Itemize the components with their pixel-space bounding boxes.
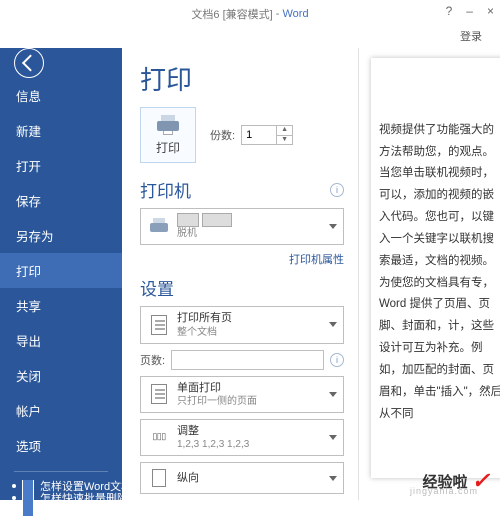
dd-main: 纵向 xyxy=(177,471,325,485)
printer-status: 脱机 xyxy=(177,227,325,240)
sidebar-label: 信息 xyxy=(16,90,41,104)
printer-icon xyxy=(155,115,181,135)
sign-in-link[interactable]: 登录 xyxy=(460,31,482,43)
preview-text: 视频提供了功能强大的方法帮助您，的观点。当您单击联机视频时，可以，添加的视频的嵌… xyxy=(379,120,500,426)
preview-page: 视频提供了功能强大的方法帮助您，的观点。当您单击联机视频时，可以，添加的视频的嵌… xyxy=(371,58,500,478)
back-arrow-icon xyxy=(22,55,39,72)
chevron-down-icon xyxy=(329,435,337,440)
sidebar-item-share[interactable]: 共享 xyxy=(0,288,122,323)
dd-main: 单面打印 xyxy=(177,381,325,395)
sidebar-item-save[interactable]: 保存 xyxy=(0,183,122,218)
dd-sub: 只打印一侧的页面 xyxy=(177,395,325,408)
print-preview[interactable]: 视频提供了功能强大的方法帮助您，的观点。当您单击联机视频时，可以，添加的视频的嵌… xyxy=(358,48,500,500)
recent-doc[interactable]: 怎样设置Word文档... xyxy=(0,480,122,492)
sidebar-item-close[interactable]: 关闭 xyxy=(0,358,122,393)
sidebar-item-print[interactable]: 打印 xyxy=(0,253,122,288)
chevron-down-icon xyxy=(329,322,337,327)
collate-icon: ▯▯▯ xyxy=(152,433,165,442)
recent-doc[interactable]: 怎样快速批量删除PP... xyxy=(0,492,122,504)
dd-sub: 整个文档 xyxy=(177,326,325,339)
word-file-icon xyxy=(22,480,34,492)
page-title: 打印 xyxy=(140,60,344,97)
sides-dropdown[interactable]: 单面打印 只打印一侧的页面 xyxy=(140,376,344,413)
pages-info-icon[interactable]: i xyxy=(330,353,344,367)
sidebar-label: 共享 xyxy=(16,300,41,314)
title-bar: 文档6 [兼容模式] - Word ? ‒ × xyxy=(0,0,500,28)
recent-label: PPT中SmartArt图形... xyxy=(40,504,122,516)
recent-label: 怎样快速批量删除PP... xyxy=(40,492,122,504)
scope-dropdown[interactable]: 打印所有页 整个文档 xyxy=(140,306,344,343)
sidebar-label: 新建 xyxy=(16,125,41,139)
dd-main: 调整 xyxy=(177,424,325,438)
sidebar-item-open[interactable]: 打开 xyxy=(0,148,122,183)
copies-input[interactable] xyxy=(242,126,276,144)
recent-doc[interactable]: PPT中SmartArt图形... xyxy=(0,504,122,516)
sidebar-label: 打印 xyxy=(16,265,41,279)
sidebar-label: 保存 xyxy=(16,195,41,209)
sidebar-item-new[interactable]: 新建 xyxy=(0,113,122,148)
dd-main: 打印所有页 xyxy=(177,311,325,325)
bullet-icon xyxy=(12,484,16,488)
printer-icon xyxy=(148,218,170,236)
minimize-icon[interactable]: ‒ xyxy=(466,4,473,18)
printer-properties-link[interactable]: 打印机属性 xyxy=(140,251,344,267)
collate-dropdown[interactable]: ▯▯▯ 调整 1,2,3 1,2,3 1,2,3 xyxy=(140,419,344,456)
sidebar-label: 选项 xyxy=(16,440,41,454)
dd-sub: 1,2,3 1,2,3 1,2,3 xyxy=(177,438,325,451)
title-doc: 文档6 xyxy=(191,6,219,22)
orientation-dropdown[interactable]: 纵向 xyxy=(140,462,344,494)
ppt-file-icon xyxy=(22,504,34,516)
title-mode: [兼容模式] xyxy=(223,6,273,22)
spinner-down[interactable]: ▼ xyxy=(277,136,292,145)
print-button[interactable]: 打印 xyxy=(140,107,196,163)
sidebar-item-export[interactable]: 导出 xyxy=(0,323,122,358)
copies-spinner[interactable]: ▲ ▼ xyxy=(241,125,293,145)
sidebar-label: 另存为 xyxy=(16,230,54,244)
separator xyxy=(14,471,108,472)
chevron-down-icon xyxy=(329,224,337,229)
chevron-down-icon xyxy=(329,392,337,397)
back-button[interactable] xyxy=(14,48,44,78)
sidebar-item-info[interactable]: 信息 xyxy=(0,78,122,113)
document-icon xyxy=(151,315,167,335)
backstage-sidebar: 信息 新建 打开 保存 另存为 打印 共享 导出 关闭 帐户 选项 怎样设置Wo… xyxy=(0,48,122,500)
sidebar-label: 打开 xyxy=(16,160,41,174)
chevron-down-icon xyxy=(329,476,337,481)
printer-dropdown[interactable]: 脱机 xyxy=(140,208,344,245)
watermark: 经验啦 ✓ jingyanla.com xyxy=(423,468,490,494)
portrait-icon xyxy=(152,469,166,487)
sidebar-label: 导出 xyxy=(16,335,41,349)
bullet-icon xyxy=(12,496,16,500)
printer-info-icon[interactable]: i xyxy=(330,183,344,197)
copies-label: 份数: xyxy=(210,127,235,143)
printer-name-redacted xyxy=(177,213,199,227)
pages-input[interactable] xyxy=(171,350,324,370)
close-icon[interactable]: × xyxy=(487,4,494,18)
sidebar-item-account[interactable]: 帐户 xyxy=(0,393,122,428)
page-icon xyxy=(151,384,167,404)
spinner-up[interactable]: ▲ xyxy=(277,126,292,136)
section-printer: 打印机 xyxy=(140,177,191,202)
bullet-icon xyxy=(12,508,16,512)
title-app: Word xyxy=(283,8,309,20)
help-icon[interactable]: ? xyxy=(446,4,453,18)
sidebar-item-saveas[interactable]: 另存为 xyxy=(0,218,122,253)
printer-name-redacted xyxy=(202,213,232,227)
sidebar-item-options[interactable]: 选项 xyxy=(0,428,122,463)
sidebar-label: 帐户 xyxy=(16,405,41,419)
watermark-url: jingyanla.com xyxy=(410,486,478,496)
print-panel: 打印 打印 份数: ▲ ▼ xyxy=(122,48,358,500)
recent-label: 怎样设置Word文档... xyxy=(40,480,122,492)
print-button-label: 打印 xyxy=(156,139,180,156)
pages-label: 页数: xyxy=(140,352,165,368)
section-settings: 设置 xyxy=(140,275,174,300)
ppt-file-icon xyxy=(22,492,34,504)
sidebar-label: 关闭 xyxy=(16,370,41,384)
